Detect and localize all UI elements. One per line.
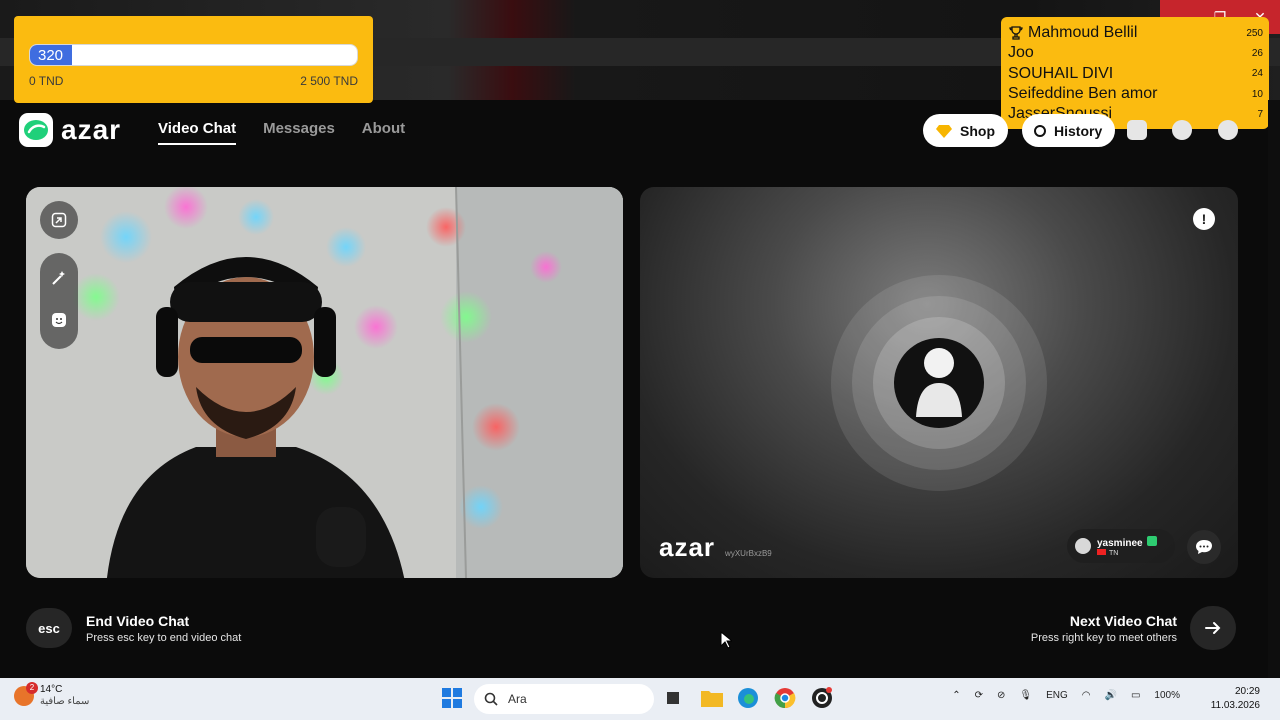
camera-tools [40, 201, 78, 349]
taskbar-clock[interactable]: 20:29 11.03.2026 [1211, 685, 1260, 713]
azar-logo[interactable]: azar [19, 113, 121, 147]
wifi-icon[interactable]: ◠ [1082, 690, 1091, 701]
goal-current-amount: 320 [38, 47, 64, 64]
taskbar-search[interactable]: Ara [474, 684, 654, 714]
next-video-chat-button[interactable] [1190, 606, 1236, 650]
esc-key-button[interactable]: esc [26, 608, 72, 648]
sticker-button[interactable] [50, 311, 68, 334]
tunisia-flag-icon [1097, 548, 1106, 555]
azar-logo-icon [19, 113, 53, 147]
leaderboard-amount: 10 [1251, 88, 1263, 100]
windows-taskbar: 2 14°C سماء صافية Ara ⌃ ⟳ ⊘ 🎙 ENG ◠ 🔊 ▭ … [0, 678, 1280, 720]
end-video-chat-title: End Video Chat [86, 613, 190, 629]
file-explorer-icon[interactable] [700, 687, 724, 711]
azar-logo-text: azar [61, 114, 122, 145]
battery-icon[interactable]: ▭ [1131, 690, 1140, 701]
minimize-video-button[interactable] [40, 201, 78, 239]
leaderboard-amount: 24 [1251, 68, 1263, 80]
next-video-chat-hint: Press right key to meet others [1030, 632, 1177, 644]
leaderboard-row: Seifeddine Ben amor 10 [1008, 84, 1263, 104]
page-scrollbar[interactable] [1268, 100, 1280, 678]
peer-country: TN [1109, 549, 1119, 557]
gem-icon [936, 124, 952, 138]
leaderboard-name: Seifeddine Ben amor [1008, 85, 1158, 103]
streamer-silhouette [107, 257, 405, 578]
peer-avatar-icon [1075, 538, 1091, 554]
magic-wand-button[interactable] [50, 269, 68, 292]
weather-sun-icon: 2 [14, 682, 38, 706]
system-tray: ⌃ ⟳ ⊘ 🎙 ENG ◠ 🔊 ▭ 100% [952, 690, 1180, 701]
nav-messages[interactable]: Messages [263, 120, 335, 145]
arrow-right-icon [1205, 622, 1221, 634]
clock-date: 11.03.2026 [1210, 700, 1260, 711]
leaderboard-amount: 7 [1257, 108, 1263, 120]
peer-placeholder-avatar [894, 338, 984, 428]
search-placeholder: Ara [508, 692, 527, 706]
history-button[interactable]: History [1022, 114, 1116, 147]
smiley-sticker-icon [52, 312, 66, 327]
screen: — ❐ ✕ 320 0 TND 2 500 TND Mahmoud Bellil… [0, 0, 1280, 720]
weather-temperature: 14°C [40, 684, 63, 695]
main-nav: Video Chat Messages About [158, 120, 405, 145]
microphone-icon[interactable]: 🎙 [1019, 690, 1032, 701]
peer-user-chip[interactable]: yasminee TN [1067, 529, 1175, 563]
clock-time: 20:29 [1234, 686, 1260, 697]
chrome-browser-icon[interactable] [774, 687, 798, 711]
chat-button[interactable] [1187, 530, 1221, 564]
watermark-id: wyXUrBxzB9 [725, 549, 772, 558]
self-camera-video [26, 187, 623, 578]
language-indicator[interactable]: ENG [1046, 690, 1068, 701]
search-icon [484, 692, 498, 706]
peer-username: yasminee [1097, 537, 1143, 549]
verified-badge-icon [1146, 535, 1157, 546]
leaderboard-row: SOUHAIL DIVI 24 [1008, 64, 1263, 84]
goal-min-label: 0 TND [29, 74, 64, 88]
next-video-chat-title: Next Video Chat [1069, 613, 1177, 629]
donation-goal-overlay: 320 0 TND 2 500 TND [14, 16, 373, 103]
weather-widget[interactable]: 2 14°C سماء صافية [14, 682, 90, 708]
leaderboard-name: Mahmoud Bellil [1028, 24, 1138, 42]
goal-progress-bar [29, 44, 358, 66]
weather-condition: سماء صافية [40, 696, 90, 707]
shop-button[interactable]: Shop [923, 114, 1008, 147]
trophy-icon [1009, 26, 1023, 40]
mouse-cursor-icon [720, 631, 732, 649]
nav-video-chat[interactable]: Video Chat [158, 120, 237, 145]
azar-watermark: azar wyXUrBxzB9 [659, 532, 772, 563]
history-icon [1034, 124, 1046, 137]
network-off-icon[interactable]: ⊘ [997, 690, 1005, 701]
leaderboard-name: SOUHAIL DIVI [1008, 64, 1114, 82]
donor-leaderboard: Mahmoud Bellil 250 Joo 26 SOUHAIL DIVI 2… [1001, 17, 1269, 129]
leaderboard-amount: 26 [1251, 47, 1263, 59]
leaderboard-row: Mahmoud Bellil 250 [1008, 23, 1263, 43]
task-view-icon[interactable] [662, 687, 686, 711]
user-silhouette-icon [916, 348, 962, 417]
chat-bubble-icon [1196, 540, 1212, 554]
peer-video: ! azar wyXUrBxzB9 yasminee TN [640, 187, 1238, 578]
chevron-up-icon[interactable]: ⌃ [952, 690, 960, 701]
magic-wand-icon [52, 270, 65, 285]
obs-studio-icon[interactable] [811, 687, 835, 711]
shrink-icon [51, 212, 67, 228]
history-label: History [1054, 122, 1103, 139]
effects-toolbar [40, 253, 78, 349]
leaderboard-amount: 250 [1246, 27, 1263, 39]
watermark-logo-text: azar [659, 532, 716, 562]
leaderboard-row: Joo 26 [1008, 43, 1263, 63]
shop-label: Shop [960, 122, 995, 139]
leaderboard-name: Joo [1008, 44, 1034, 62]
end-video-chat-hint: Press esc key to end video chat [86, 632, 242, 644]
profile-avatar-icon[interactable] [1218, 120, 1238, 140]
sync-icon[interactable]: ⟳ [975, 690, 983, 701]
windows-start-icon[interactable] [441, 687, 465, 711]
report-button[interactable]: ! [1193, 208, 1215, 230]
notification-bell-icon[interactable] [1172, 120, 1192, 140]
edge-browser-icon[interactable] [737, 687, 761, 711]
battery-percent: 100% [1154, 690, 1180, 701]
notification-count-badge: 2 [26, 682, 38, 694]
goal-max-label: 2 500 TND [300, 74, 358, 88]
nav-about[interactable]: About [362, 120, 405, 145]
gift-icon[interactable] [1127, 120, 1147, 140]
volume-icon[interactable]: 🔊 [1105, 690, 1117, 701]
